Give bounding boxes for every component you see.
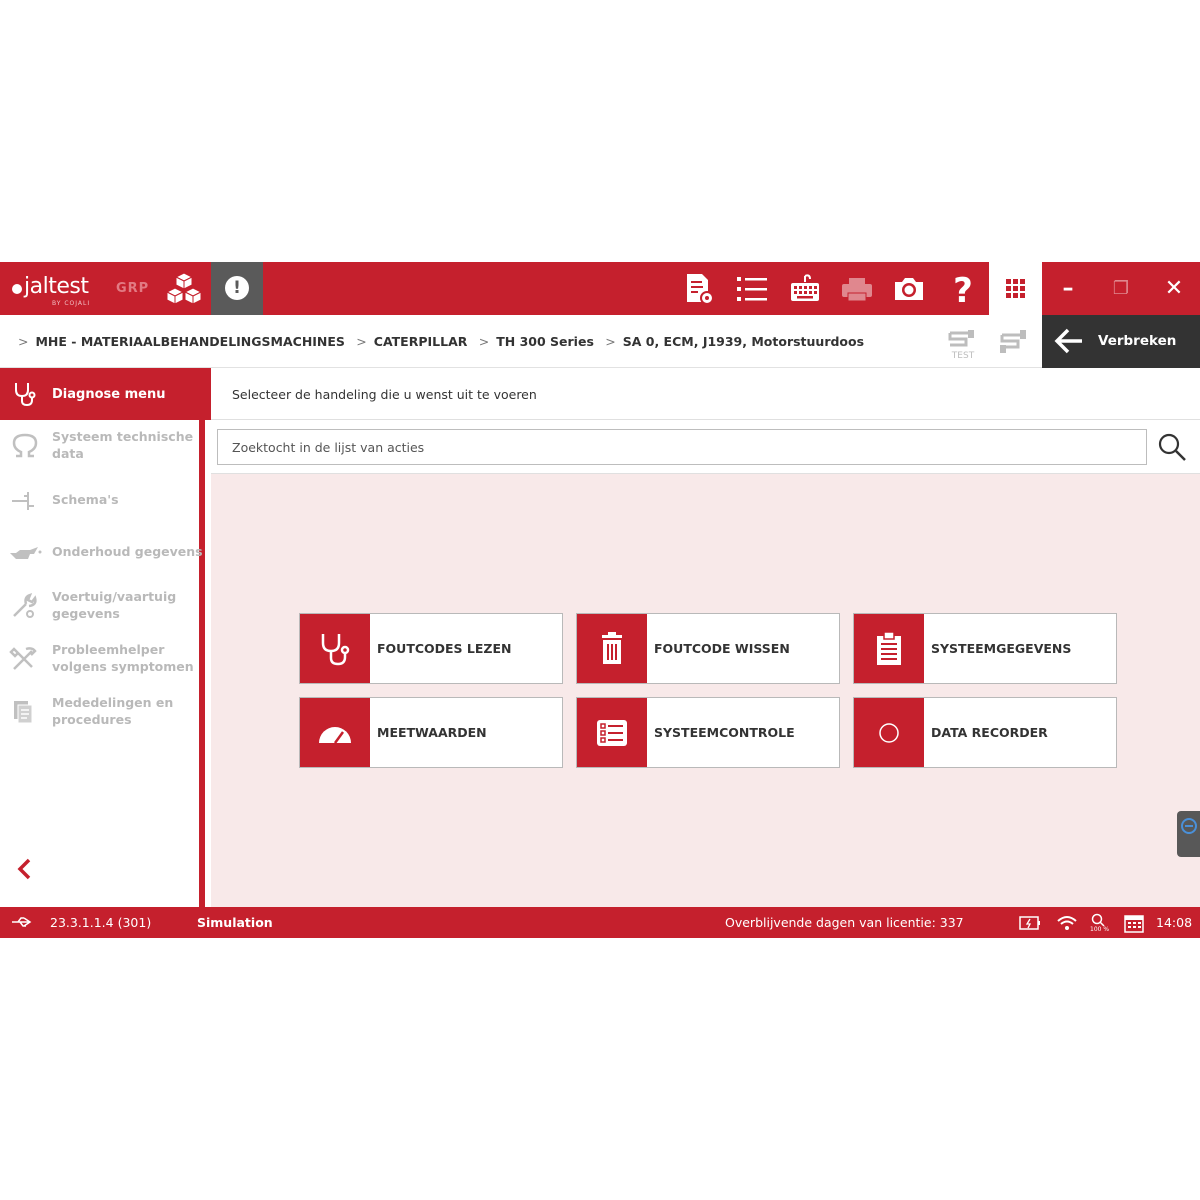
cubes-icon[interactable]: [166, 272, 202, 306]
report-icon[interactable]: [682, 272, 716, 306]
record-icon: [879, 723, 899, 743]
stethoscope-icon: [15, 383, 36, 407]
top-toolbar: jaltest BY COJALI GRP ! ? – ❐ ✕: [0, 262, 1200, 315]
search-icon[interactable]: [1157, 432, 1187, 462]
product-label: GRP: [116, 281, 150, 296]
tile-label: MEETWAARDEN: [377, 725, 487, 740]
keyboard-icon[interactable]: [788, 272, 822, 306]
sidebar-item-label: Mededelingen en procedures: [52, 695, 174, 727]
tile-label: FOUTCODES LEZEN: [377, 641, 512, 656]
breadcrumb-bar: > MHE - MATERIAALBEHANDELINGSMACHINES > CA…: [0, 315, 1200, 368]
breadcrumb-item[interactable]: CATERPILLAR: [374, 334, 468, 349]
data-recorder-button[interactable]: DATA RECORDER: [853, 697, 1117, 768]
chevron-left-icon[interactable]: [14, 856, 34, 882]
logo-text: jaltest: [24, 274, 89, 299]
system-check-button[interactable]: SYSTEEMCONTROLE: [576, 697, 840, 768]
instruction-text: Selecteer de handeling die u wenst uit t…: [232, 387, 537, 402]
oil-can-icon: [10, 547, 42, 559]
logo-subtext: BY COJALI: [52, 300, 91, 307]
tile-label: DATA RECORDER: [931, 725, 1048, 740]
sidebar-item-label: Onderhoud gegevens: [52, 544, 203, 559]
omega-icon: [12, 433, 38, 458]
list-icon[interactable]: [735, 272, 769, 306]
tile-icon-box: [577, 614, 647, 683]
connector-icon[interactable]: [996, 327, 1034, 357]
sidebar-item-system-data[interactable]: Systeem technische data: [0, 420, 199, 472]
sidebar-item-vehicle-data[interactable]: Voertuig/vaartuig gegevens: [0, 580, 199, 632]
zoom-level: 100 %: [1090, 926, 1110, 933]
jaltest-logo: jaltest BY COJALI: [10, 270, 120, 308]
sidebar-item-procedures[interactable]: Mededelingen en procedures: [0, 686, 199, 738]
tile-icon-box: [577, 698, 647, 767]
tile-icon-box: [854, 698, 924, 767]
sidebar-item-diagnose-menu[interactable]: Diagnose menu: [0, 368, 211, 420]
restore-button[interactable]: ❐: [1095, 262, 1147, 315]
zoom-out-icon: [1181, 818, 1197, 834]
software-version: 23.3.1.1.4 (301): [50, 915, 152, 930]
tile-label: SYSTEEMGEGEVENS: [931, 641, 1072, 656]
sidebar-header-label: Diagnose menu: [52, 387, 166, 402]
apps-grid-icon: [1006, 279, 1025, 298]
svg-text:?: ?: [953, 272, 973, 306]
side-panel-tab[interactable]: [1177, 811, 1200, 857]
zoom-icon[interactable]: [1090, 913, 1108, 927]
help-icon[interactable]: ?: [946, 272, 980, 306]
jaltest-app-window: jaltest BY COJALI GRP ! ? – ❐ ✕ > MHE - …: [0, 262, 1200, 938]
camera-icon[interactable]: [892, 272, 926, 306]
breadcrumb: > MHE - MATERIAALBEHANDELINGSMACHINES > CA…: [18, 334, 865, 349]
disconnect-label: Verbreken: [1098, 333, 1177, 349]
connection-mode: Simulation: [197, 915, 273, 930]
clear-fault-code-button[interactable]: FOUTCODE WISSEN: [576, 613, 840, 684]
arrow-left-icon: [1054, 328, 1082, 354]
minimize-button[interactable]: –: [1042, 262, 1094, 315]
sidebar-item-problem-helper[interactable]: Probleemhelper volgens symptomen: [0, 633, 199, 685]
prompt-bar: Selecteer de handeling die u wenst uit t…: [211, 368, 1200, 420]
clock: 14:08: [1156, 915, 1193, 930]
breadcrumb-item[interactable]: SA 0, ECM, J1939, Motorstuurdoos: [623, 334, 864, 349]
sidebar-item-label: Probleemhelper volgens symptomen: [52, 642, 194, 674]
tile-icon-box: [300, 698, 370, 767]
stethoscope-icon: [321, 634, 350, 666]
main-panel: Selecteer de handeling die u wenst uit t…: [211, 368, 1200, 907]
tile-icon-box: [854, 614, 924, 683]
tile-label: SYSTEEMCONTROLE: [654, 725, 795, 740]
exclamation-icon: !: [225, 276, 249, 300]
apps-grid-button[interactable]: [989, 262, 1042, 315]
wrench-icon: [13, 592, 37, 618]
tools-icon: [9, 647, 37, 670]
sidebar-item-label: Systeem technische data: [52, 429, 194, 461]
battery-icon: [1019, 916, 1040, 930]
breadcrumb-item[interactable]: MHE - MATERIAALBEHANDELINGSMACHINES: [35, 334, 344, 349]
close-button[interactable]: ✕: [1148, 262, 1200, 315]
tile-icon-box: [300, 614, 370, 683]
usb-icon: [12, 917, 32, 927]
search-bar: [211, 420, 1200, 474]
sidebar-item-label: Voertuig/vaartuig gegevens: [52, 589, 177, 621]
sidebar-item-maintenance[interactable]: Onderhoud gegevens: [0, 526, 203, 578]
alert-button[interactable]: !: [211, 262, 263, 315]
trash-icon: [602, 632, 622, 664]
wifi-icon: [1057, 916, 1077, 930]
printer-icon[interactable]: [840, 272, 874, 306]
documents-icon: [14, 701, 33, 724]
gauge-icon: [319, 727, 351, 744]
breadcrumb-item[interactable]: TH 300 Series: [496, 334, 594, 349]
sidebar-item-label: Schema's: [52, 492, 119, 507]
license-days: Overblijvende dagen van licentie: 337: [725, 915, 964, 930]
disconnect-button[interactable]: Verbreken: [1042, 315, 1200, 368]
read-fault-codes-button[interactable]: FOUTCODES LEZEN: [299, 613, 563, 684]
test-connection-icon[interactable]: TEST: [944, 327, 982, 361]
checklist-icon: [597, 720, 627, 746]
status-bar: 23.3.1.1.4 (301) Simulation Overblijvend…: [0, 907, 1200, 938]
sidebar-item-schemas[interactable]: Schema's: [0, 474, 199, 526]
test-label: TEST: [951, 351, 975, 361]
system-data-button[interactable]: SYSTEEMGEGEVENS: [853, 613, 1117, 684]
search-input[interactable]: [217, 429, 1147, 465]
sidebar: Diagnose menu Systeem technische data Sc…: [0, 368, 211, 907]
tile-label: FOUTCODE WISSEN: [654, 641, 790, 656]
measured-values-button[interactable]: MEETWAARDEN: [299, 697, 563, 768]
calendar-icon[interactable]: [1123, 913, 1145, 933]
clipboard-icon: [877, 631, 901, 665]
schematic-icon: [12, 492, 34, 510]
